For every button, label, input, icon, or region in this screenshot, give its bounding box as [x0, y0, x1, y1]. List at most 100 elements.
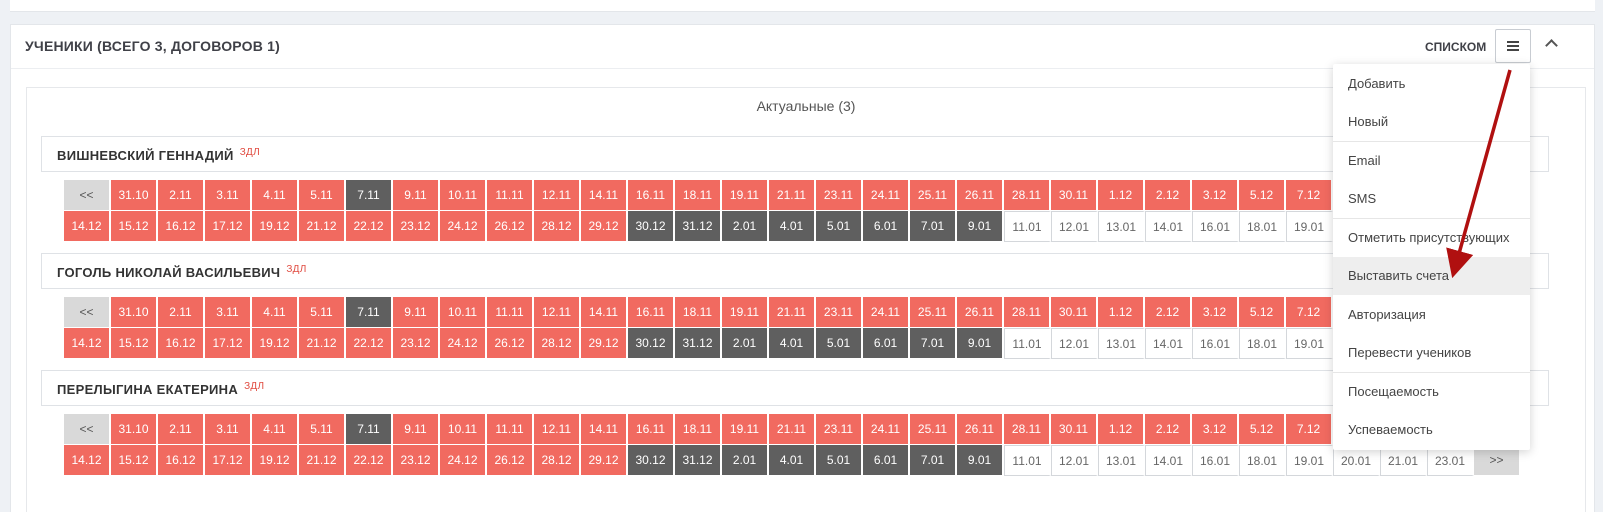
lesson-date-cell[interactable]: 14.12	[64, 445, 111, 476]
lesson-date-cell[interactable]: 16.11	[628, 180, 675, 211]
lesson-date-cell[interactable]: 24.12	[440, 445, 487, 476]
lesson-date-cell[interactable]: 5.01	[816, 445, 863, 476]
lesson-date-cell[interactable]: 18.11	[675, 180, 722, 211]
lesson-date-cell[interactable]: 29.12	[581, 211, 628, 242]
prev-page-button[interactable]: <<	[64, 414, 111, 445]
student-name[interactable]: ГОГОЛЬ НИКОЛАЙ ВАСИЛЬЕВИЧ ЗДЛ	[57, 264, 307, 280]
lesson-date-cell[interactable]: 13.01	[1098, 211, 1145, 242]
lesson-date-cell[interactable]: 15.12	[111, 211, 158, 242]
lesson-date-cell[interactable]: 14.11	[581, 180, 628, 211]
lesson-date-cell[interactable]: 15.12	[111, 445, 158, 476]
lesson-date-cell[interactable]: 16.11	[628, 414, 675, 445]
lesson-date-cell[interactable]: 16.12	[158, 328, 205, 359]
lesson-date-cell[interactable]: 25.11	[910, 414, 957, 445]
lesson-date-cell[interactable]: 30.12	[628, 328, 675, 359]
lesson-date-cell[interactable]: 24.11	[863, 297, 910, 328]
lesson-date-cell[interactable]: 2.01	[722, 445, 769, 476]
dropdown-item[interactable]: SMS	[1333, 180, 1530, 219]
lesson-date-cell[interactable]: 22.12	[346, 211, 393, 242]
lesson-date-cell[interactable]: 6.01	[863, 211, 910, 242]
lesson-date-cell[interactable]: 31.12	[675, 445, 722, 476]
lesson-date-cell[interactable]: 16.01	[1192, 445, 1239, 476]
lesson-date-cell[interactable]: 18.11	[675, 414, 722, 445]
dropdown-item[interactable]: Авторизация	[1333, 295, 1530, 334]
lesson-date-cell[interactable]: 3.11	[205, 414, 252, 445]
lesson-date-cell[interactable]: 18.01	[1239, 328, 1286, 359]
dropdown-item[interactable]: Посещаемость	[1333, 372, 1530, 411]
lesson-date-cell[interactable]: 26.11	[957, 414, 1004, 445]
lesson-date-cell[interactable]: 30.11	[1051, 297, 1098, 328]
student-name[interactable]: ВИШНЕВСКИЙ ГЕННАДИЙ ЗДЛ	[57, 147, 260, 163]
lesson-date-cell[interactable]: 16.12	[158, 445, 205, 476]
lesson-date-cell[interactable]: 7.12	[1286, 297, 1333, 328]
lesson-date-cell[interactable]: 7.01	[910, 328, 957, 359]
lesson-date-cell[interactable]: 9.01	[957, 328, 1004, 359]
lesson-date-cell[interactable]: 28.12	[534, 445, 581, 476]
lesson-date-cell[interactable]: 10.11	[440, 297, 487, 328]
lesson-date-cell[interactable]: 26.12	[487, 328, 534, 359]
lesson-date-cell[interactable]: 21.12	[299, 445, 346, 476]
lesson-date-cell[interactable]: 23.11	[816, 297, 863, 328]
lesson-date-cell[interactable]: 6.01	[863, 445, 910, 476]
lesson-date-cell[interactable]: 21.12	[299, 211, 346, 242]
lesson-date-cell[interactable]: 18.01	[1239, 211, 1286, 242]
lesson-date-cell[interactable]: 25.11	[910, 297, 957, 328]
lesson-date-cell[interactable]: 31.12	[675, 211, 722, 242]
lesson-date-cell[interactable]: 5.01	[816, 211, 863, 242]
lesson-date-cell[interactable]: 21.11	[769, 180, 816, 211]
lesson-date-cell[interactable]: 31.12	[675, 328, 722, 359]
lesson-date-cell[interactable]: 4.11	[252, 297, 299, 328]
view-mode-list-link[interactable]: СПИСКОМ	[1425, 40, 1486, 54]
lesson-date-cell[interactable]: 19.01	[1286, 211, 1333, 242]
lesson-date-cell[interactable]: 24.11	[863, 180, 910, 211]
lesson-date-cell[interactable]: 2.11	[158, 180, 205, 211]
lesson-date-cell[interactable]: 28.11	[1004, 180, 1051, 211]
lesson-date-cell[interactable]: 19.01	[1286, 328, 1333, 359]
lesson-date-cell[interactable]: 19.11	[722, 297, 769, 328]
lesson-date-cell[interactable]: 2.01	[722, 211, 769, 242]
lesson-date-cell[interactable]: 30.12	[628, 445, 675, 476]
lesson-date-cell[interactable]: 28.12	[534, 328, 581, 359]
lesson-date-cell[interactable]: 13.01	[1098, 328, 1145, 359]
lesson-date-cell[interactable]: 7.11	[346, 297, 393, 328]
lesson-date-cell[interactable]: 2.12	[1145, 414, 1192, 445]
chevron-up-icon[interactable]	[1545, 39, 1558, 52]
lesson-date-cell[interactable]: 12.01	[1051, 211, 1098, 242]
lesson-date-cell[interactable]: 11.11	[487, 414, 534, 445]
lesson-date-cell[interactable]: 4.11	[252, 414, 299, 445]
lesson-date-cell[interactable]: 14.11	[581, 297, 628, 328]
lesson-date-cell[interactable]: 2.11	[158, 414, 205, 445]
lesson-date-cell[interactable]: 3.12	[1192, 180, 1239, 211]
lesson-date-cell[interactable]: 19.11	[722, 414, 769, 445]
lesson-date-cell[interactable]: 22.12	[346, 328, 393, 359]
lesson-date-cell[interactable]: 19.12	[252, 328, 299, 359]
lesson-date-cell[interactable]: 12.11	[534, 414, 581, 445]
actions-menu-button[interactable]	[1495, 29, 1531, 63]
lesson-date-cell[interactable]: 19.12	[252, 211, 299, 242]
lesson-date-cell[interactable]: 21.12	[299, 328, 346, 359]
dropdown-item[interactable]: Отметить присутствующих	[1333, 218, 1530, 257]
lesson-date-cell[interactable]: 3.11	[205, 297, 252, 328]
lesson-date-cell[interactable]: 5.01	[816, 328, 863, 359]
lesson-date-cell[interactable]: 28.11	[1004, 297, 1051, 328]
lesson-date-cell[interactable]: 28.12	[534, 211, 581, 242]
lesson-date-cell[interactable]: 7.01	[910, 445, 957, 476]
lesson-date-cell[interactable]: 12.11	[534, 297, 581, 328]
lesson-date-cell[interactable]: 5.11	[299, 297, 346, 328]
lesson-date-cell[interactable]: 9.01	[957, 211, 1004, 242]
lesson-date-cell[interactable]: 10.11	[440, 180, 487, 211]
lesson-date-cell[interactable]: 4.01	[769, 328, 816, 359]
lesson-date-cell[interactable]: 17.12	[205, 328, 252, 359]
lesson-date-cell[interactable]: 26.11	[957, 297, 1004, 328]
lesson-date-cell[interactable]: 5.11	[299, 180, 346, 211]
lesson-date-cell[interactable]: 31.10	[111, 414, 158, 445]
lesson-date-cell[interactable]: 19.11	[722, 180, 769, 211]
lesson-date-cell[interactable]: 16.01	[1192, 328, 1239, 359]
lesson-date-cell[interactable]: 3.12	[1192, 297, 1239, 328]
lesson-date-cell[interactable]: 3.12	[1192, 414, 1239, 445]
lesson-date-cell[interactable]: 3.11	[205, 180, 252, 211]
lesson-date-cell[interactable]: 16.11	[628, 297, 675, 328]
lesson-date-cell[interactable]: 5.12	[1239, 414, 1286, 445]
lesson-date-cell[interactable]: 7.11	[346, 180, 393, 211]
lesson-date-cell[interactable]: 26.12	[487, 445, 534, 476]
